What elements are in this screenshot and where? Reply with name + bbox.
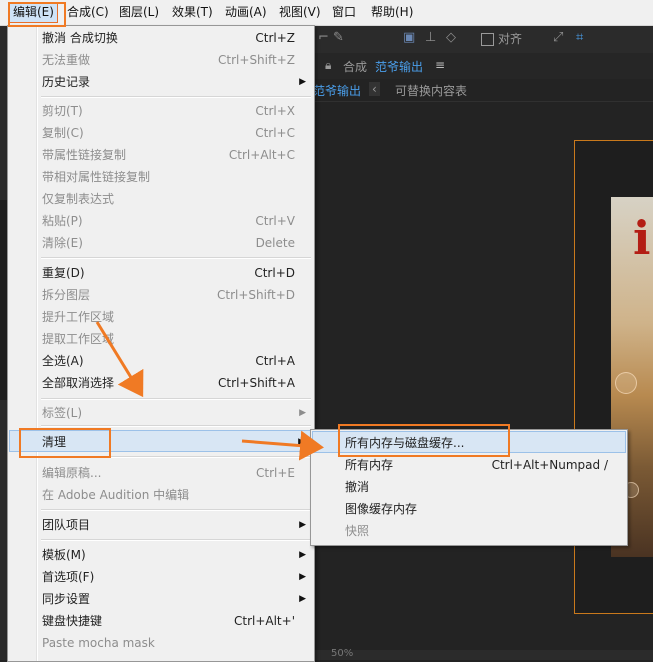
annotation-arrow-to-submenu (241, 430, 324, 461)
annotation-arrows (95, 321, 324, 461)
annotation-arrow-to-purge (95, 321, 144, 398)
